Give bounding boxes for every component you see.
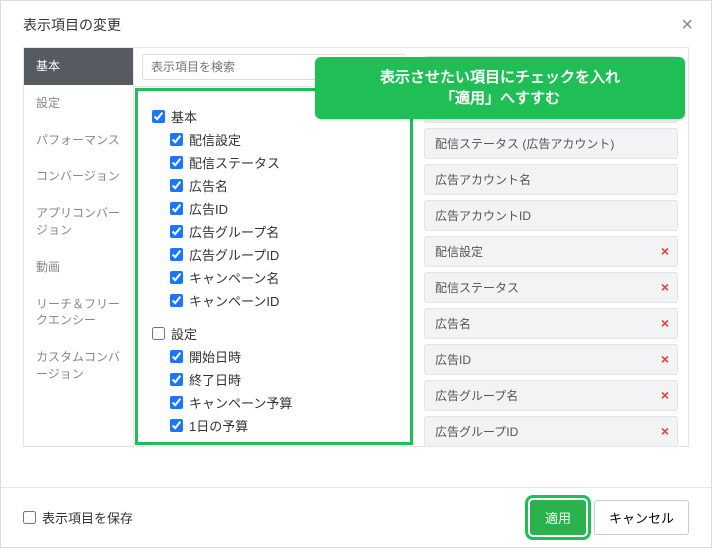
selected-item[interactable]: 配信ステータス (広告アカウント) bbox=[424, 128, 678, 159]
instruction-callout: 表示させたい項目にチェックを入れ 「適用」へすすむ bbox=[315, 57, 685, 119]
field-checkbox-0-5[interactable]: 広告グループID bbox=[170, 243, 398, 266]
selected-item[interactable]: 広告グループ名 × bbox=[424, 380, 678, 411]
remove-icon[interactable]: × bbox=[661, 387, 669, 403]
field-label: 広告グループ名 bbox=[189, 222, 279, 241]
sidebar-tab-6[interactable]: リーチ＆フリークエンシー bbox=[24, 286, 133, 340]
save-layout-label: 表示項目を保存 bbox=[42, 508, 133, 527]
field-checkbox-0-6[interactable]: キャンペーン名 bbox=[170, 266, 398, 289]
category-sidebar: 基本設定パフォーマンスコンバージョンアプリコンバージョン動画リーチ＆フリークエン… bbox=[24, 48, 134, 446]
field-checkbox-1-0[interactable]: 開始日時 bbox=[170, 345, 398, 368]
remove-icon[interactable]: × bbox=[661, 423, 669, 439]
group-label: 設定 bbox=[171, 324, 197, 343]
selected-item-label: 配信ステータス (広告アカウント) bbox=[435, 137, 614, 151]
group-label: 基本 bbox=[171, 107, 197, 126]
selected-item[interactable]: 広告アカウントID bbox=[424, 200, 678, 231]
selected-item[interactable]: 広告ID × bbox=[424, 344, 678, 375]
field-checkbox-1-3[interactable]: 1日の予算 bbox=[170, 414, 398, 437]
close-icon[interactable]: × bbox=[681, 15, 693, 35]
save-layout-checkbox-input[interactable] bbox=[23, 511, 36, 524]
field-checkbox-input[interactable] bbox=[170, 225, 183, 238]
field-checkbox-input[interactable] bbox=[170, 248, 183, 261]
remove-icon[interactable]: × bbox=[661, 243, 669, 259]
field-checkbox-1-4[interactable]: 入札価格 bbox=[170, 437, 398, 442]
group-checkbox-input-1[interactable] bbox=[152, 327, 165, 340]
field-label: キャンペーン名 bbox=[189, 268, 279, 287]
selected-item-label: 広告名 bbox=[435, 317, 471, 331]
field-label: 広告名 bbox=[189, 176, 228, 195]
field-checkbox-input[interactable] bbox=[170, 179, 183, 192]
selected-item-label: 広告グループID bbox=[435, 425, 518, 439]
sidebar-tab-3[interactable]: コンバージョン bbox=[24, 158, 133, 195]
field-label: 配信ステータス bbox=[189, 153, 280, 172]
selected-item[interactable]: 広告グループID × bbox=[424, 416, 678, 446]
selected-item-label: 配信ステータス bbox=[435, 281, 519, 295]
field-checkbox-1-2[interactable]: キャンペーン予算 bbox=[170, 391, 398, 414]
field-checkbox-0-1[interactable]: 配信ステータス bbox=[170, 151, 398, 174]
field-label: 開始日時 bbox=[189, 347, 241, 366]
selected-item[interactable]: 配信設定 × bbox=[424, 236, 678, 267]
field-checkbox-input[interactable] bbox=[170, 373, 183, 386]
selected-item-label: 広告グループ名 bbox=[435, 389, 518, 403]
field-checkbox-input[interactable] bbox=[170, 202, 183, 215]
sidebar-tab-4[interactable]: アプリコンバージョン bbox=[24, 195, 133, 249]
sidebar-tab-0[interactable]: 基本 bbox=[24, 48, 133, 85]
field-tree: 基本配信設定配信ステータス広告名広告ID 広告グループ名広告グループID キャンペー… bbox=[138, 91, 410, 442]
sidebar-tab-2[interactable]: パフォーマンス bbox=[24, 122, 133, 159]
field-checkbox-0-0[interactable]: 配信設定 bbox=[170, 128, 398, 151]
remove-icon[interactable]: × bbox=[661, 279, 669, 295]
field-label: 広告ID bbox=[189, 199, 228, 218]
remove-icon[interactable]: × bbox=[661, 315, 669, 331]
dialog-header: 表示項目の変更 × bbox=[1, 1, 711, 47]
field-label: 終了日時 bbox=[189, 370, 241, 389]
field-checkbox-input[interactable] bbox=[170, 419, 183, 432]
dialog-footer: 表示項目を保存 適用 キャンセル bbox=[1, 487, 711, 547]
field-checkbox-input[interactable] bbox=[170, 294, 183, 307]
field-checkbox-input[interactable] bbox=[170, 133, 183, 146]
sidebar-tab-5[interactable]: 動画 bbox=[24, 249, 133, 286]
field-checkbox-0-2[interactable]: 広告名 bbox=[170, 174, 398, 197]
field-label: 入札価格 bbox=[189, 439, 241, 442]
group-checkbox-1[interactable]: 設定 bbox=[152, 322, 398, 345]
field-label: キャンペーン予算 bbox=[189, 393, 292, 412]
selected-item[interactable]: 配信ステータス × bbox=[424, 272, 678, 303]
cancel-button[interactable]: キャンセル bbox=[594, 500, 689, 535]
selected-item-label: 広告アカウント名 bbox=[435, 173, 531, 187]
field-checkbox-0-3[interactable]: 広告ID bbox=[170, 197, 398, 220]
selected-item[interactable]: 広告アカウント名 bbox=[424, 164, 678, 195]
field-checkbox-input[interactable] bbox=[170, 396, 183, 409]
field-checkbox-input[interactable] bbox=[170, 156, 183, 169]
field-label: 広告グループID bbox=[189, 245, 279, 264]
field-checkbox-0-7[interactable]: キャンペーンID bbox=[170, 289, 398, 312]
field-checkbox-input[interactable] bbox=[170, 271, 183, 284]
field-label: 1日の予算 bbox=[189, 416, 248, 435]
group-checkbox-input-0[interactable] bbox=[152, 110, 165, 123]
sidebar-tab-7[interactable]: カスタムコンバージョン bbox=[24, 339, 133, 393]
callout-line1: 表示させたい項目にチェックを入れ bbox=[380, 69, 620, 86]
dialog-title: 表示項目の変更 bbox=[23, 15, 121, 35]
field-checkbox-1-1[interactable]: 終了日時 bbox=[170, 368, 398, 391]
remove-icon[interactable]: × bbox=[661, 351, 669, 367]
selected-item[interactable]: 広告名 × bbox=[424, 308, 678, 339]
field-checkbox-input[interactable] bbox=[170, 350, 183, 363]
selected-item-label: 配信設定 bbox=[435, 245, 483, 259]
field-label: キャンペーンID bbox=[189, 291, 279, 310]
apply-button[interactable]: 適用 bbox=[530, 500, 586, 535]
sidebar-tab-1[interactable]: 設定 bbox=[24, 85, 133, 122]
selected-item-label: 広告ID bbox=[435, 353, 471, 367]
field-label: 配信設定 bbox=[189, 130, 241, 149]
save-layout-checkbox[interactable]: 表示項目を保存 bbox=[23, 508, 133, 527]
callout-line2: 「適用」へすすむ bbox=[440, 90, 560, 107]
selected-item-label: 広告アカウントID bbox=[435, 209, 531, 223]
field-checkbox-0-4[interactable]: 広告グループ名 bbox=[170, 220, 398, 243]
